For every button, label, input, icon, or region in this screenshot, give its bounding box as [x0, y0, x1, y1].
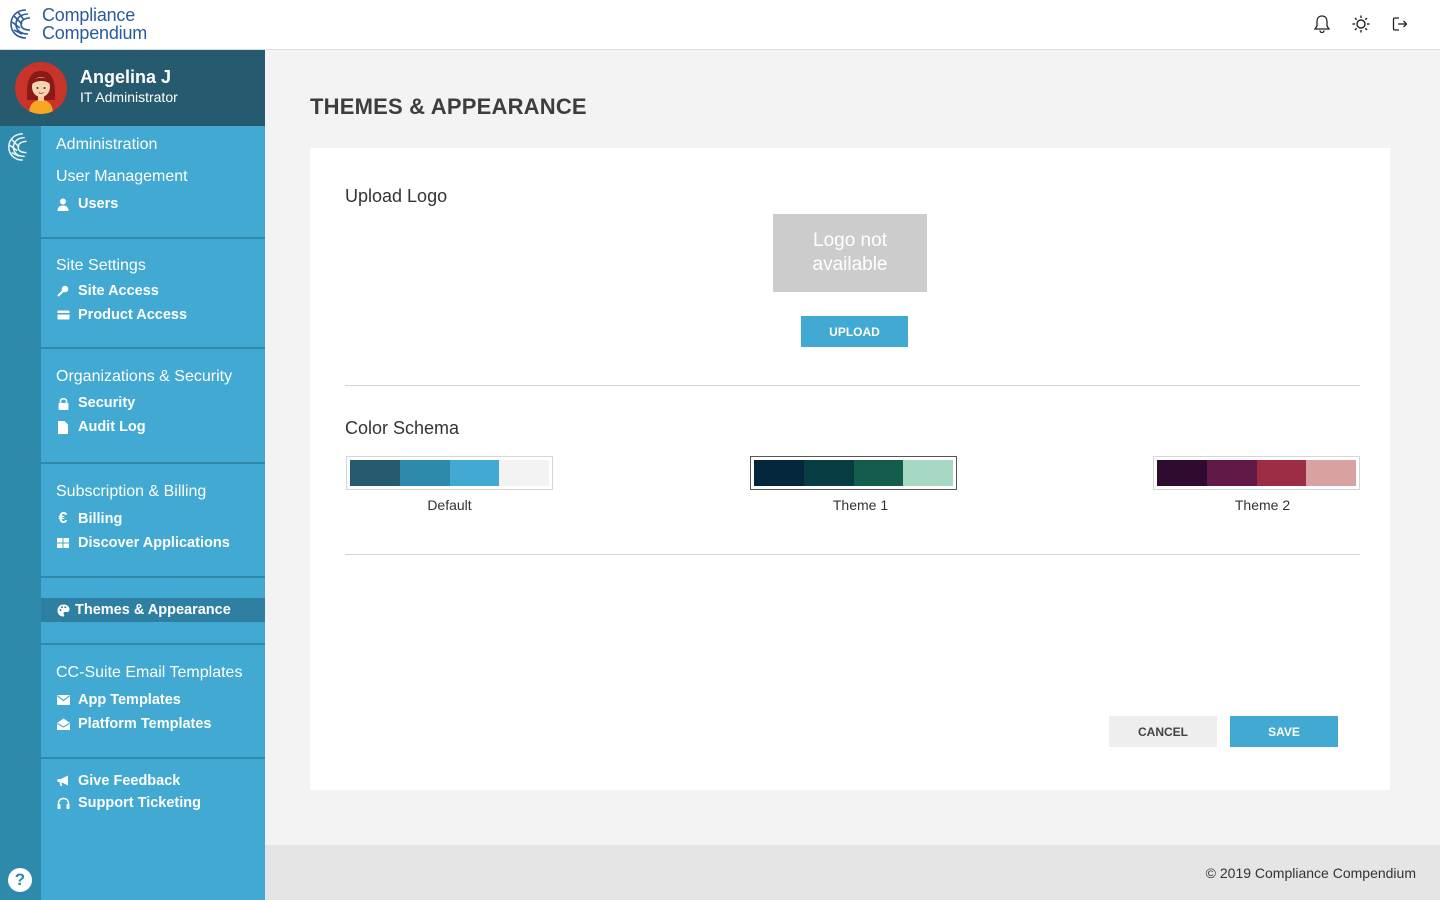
- brand-line-1: Compliance: [42, 5, 136, 25]
- sidebar-item-billing[interactable]: € Billing: [56, 510, 123, 527]
- card-icon: [56, 308, 70, 322]
- brand-logo[interactable]: Compliance Compendium: [8, 6, 147, 42]
- divider: [41, 643, 265, 645]
- top-bar: Compliance Compendium: [0, 0, 1440, 50]
- sidebar-item-label: Discover Applications: [78, 535, 230, 551]
- palette-icon: [56, 603, 70, 617]
- sidebar-item-label: Audit Log: [78, 419, 146, 435]
- divider: [345, 385, 1360, 386]
- theme-swatch-theme-1[interactable]: [750, 456, 957, 490]
- lock-icon: [56, 396, 70, 410]
- sidebar-item-give-feedback[interactable]: Give Feedback: [56, 773, 180, 789]
- upload-button[interactable]: UPLOAD: [801, 316, 908, 347]
- color-schema-label: Color Schema: [345, 418, 460, 438]
- section-organizations-security: Organizations & Security: [56, 368, 233, 385]
- avatar[interactable]: [15, 62, 67, 114]
- color-chip: [1206, 460, 1257, 486]
- sidebar-item-users[interactable]: Users: [56, 196, 118, 212]
- theme-label-theme-2: Theme 2: [1234, 497, 1291, 513]
- divider: [41, 462, 265, 464]
- sidebar-item-label: Product Access: [78, 307, 188, 323]
- cancel-button[interactable]: CANCEL: [1109, 716, 1217, 747]
- logo-placeholder: Logo not available: [773, 214, 927, 292]
- sun-icon[interactable]: [1351, 13, 1371, 35]
- sidebar-item-label: Users: [78, 196, 119, 212]
- megaphone-icon: [56, 774, 70, 788]
- divider: [345, 554, 1360, 555]
- profile-role: IT Administrator: [80, 89, 178, 105]
- sidebar-item-label: App Templates: [78, 692, 181, 708]
- color-chip: [754, 460, 804, 486]
- theme-label-default: Default: [427, 497, 472, 513]
- divider: [41, 757, 265, 759]
- euro-icon: €: [58, 510, 68, 527]
- theme-swatch-theme-2[interactable]: [1153, 456, 1360, 490]
- logo-placeholder-text: Logo not available: [812, 230, 888, 275]
- user-icon: [56, 197, 70, 211]
- theme-label-theme-1: Theme 1: [832, 497, 889, 513]
- footer: © 2019 Compliance Compendium: [265, 845, 1440, 900]
- bell-icon[interactable]: [1312, 13, 1332, 35]
- section-administration[interactable]: Administration: [56, 136, 157, 154]
- themes-card: Upload Logo Logo not available UPLOAD Co…: [310, 148, 1390, 790]
- color-chip: [1157, 460, 1207, 486]
- section-email-templates: CC-Suite Email Templates: [56, 664, 243, 681]
- divider: [41, 237, 265, 239]
- color-chip: [803, 460, 854, 486]
- headset-icon: [56, 796, 70, 810]
- profile-name: Angelina J: [80, 67, 172, 87]
- brand-line-2: Compendium: [42, 23, 148, 43]
- sidebar-item-label: Billing: [78, 511, 123, 527]
- theme-swatch-default[interactable]: [346, 456, 553, 490]
- logout-icon[interactable]: [1390, 13, 1410, 35]
- save-button[interactable]: SAVE: [1230, 716, 1338, 747]
- sidebar-item-site-access[interactable]: Site Access: [56, 283, 159, 299]
- sidebar-item-label: Site Access: [78, 283, 159, 299]
- sidebar-rail: ?: [0, 50, 41, 900]
- rail-brand-icon: [6, 130, 34, 169]
- color-chip: [399, 460, 450, 486]
- sidebar-item-product-access[interactable]: Product Access: [56, 307, 187, 323]
- section-user-management: User Management: [56, 168, 188, 185]
- envelope-icon: [56, 693, 70, 707]
- section-subscription-billing: Subscription & Billing: [56, 483, 207, 500]
- sidebar-item-discover-applications[interactable]: Discover Applications: [56, 535, 230, 551]
- copyright-text: © 2019 Compliance Compendium: [1205, 865, 1416, 881]
- sidebar-item-label: Themes & Appearance: [75, 602, 231, 618]
- sidebar-item-label: Platform Templates: [78, 716, 212, 732]
- color-chip: [1306, 460, 1356, 486]
- document-icon: [56, 420, 70, 434]
- user-profile: Angelina J IT Administrator: [0, 50, 265, 126]
- divider: [41, 347, 265, 349]
- sidebar-item-themes-appearance-label[interactable]: Themes & Appearance: [56, 602, 231, 618]
- sidebar-item-label: Support Ticketing: [78, 795, 201, 811]
- envelope-open-icon: [56, 717, 70, 731]
- color-chip: [1256, 460, 1307, 486]
- help-icon[interactable]: ?: [8, 868, 32, 892]
- sidebar-menu: Administration User Management Users Sit…: [41, 126, 265, 900]
- color-chip: [903, 460, 953, 486]
- header-actions: [1312, 13, 1410, 35]
- page-title: THEMES & APPEARANCE: [310, 94, 587, 119]
- key-icon: [56, 284, 70, 298]
- grid-icon: [56, 536, 70, 550]
- divider: [41, 576, 265, 578]
- color-chip: [853, 460, 904, 486]
- sidebar-item-audit-log[interactable]: Audit Log: [56, 419, 146, 435]
- color-chip: [499, 460, 549, 486]
- sidebar-item-app-templates[interactable]: App Templates: [56, 692, 181, 708]
- sidebar-item-security[interactable]: Security: [56, 395, 135, 411]
- sidebar-item-label: Security: [78, 395, 136, 411]
- color-chip: [350, 460, 400, 486]
- sidebar-item-platform-templates[interactable]: Platform Templates: [56, 716, 212, 732]
- section-site-settings: Site Settings: [56, 257, 146, 274]
- compliance-compendium-logo-icon: [10, 9, 31, 39]
- color-chip: [449, 460, 500, 486]
- sidebar-item-label: Give Feedback: [78, 773, 181, 789]
- sidebar-item-support-ticketing[interactable]: Support Ticketing: [56, 795, 201, 811]
- upload-logo-label: Upload Logo: [345, 186, 448, 206]
